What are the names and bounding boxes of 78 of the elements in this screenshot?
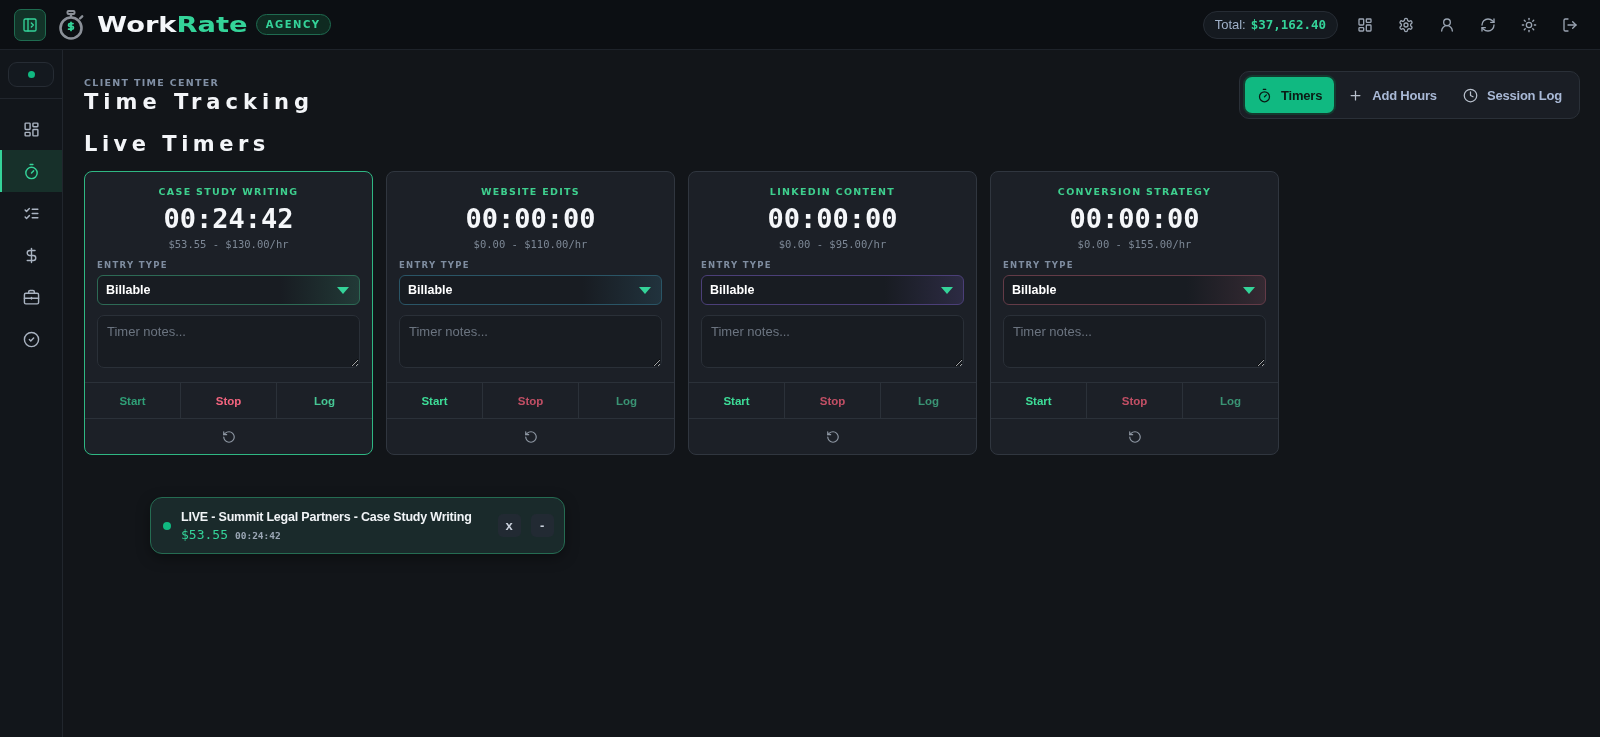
total-label: Total: [1214,17,1246,32]
live-timer-title: LIVE - Summit Legal Partners - Case Study Writing [181,509,472,525]
stop-button[interactable]: Stop [180,383,276,418]
notes-field[interactable]: Timer notes... [701,315,964,368]
rotate-left-icon[interactable] [1127,429,1142,444]
stop-button[interactable]: Stop [784,383,880,418]
logo-text: WorkRate [97,12,248,37]
section-title: Live Timers [84,131,271,157]
page-eyebrow: CLIENT TIME CENTER [84,77,221,89]
sidebar-toggle-button[interactable] [14,8,46,41]
clock-icon [1462,87,1478,103]
plus-icon [1348,87,1364,103]
stop-button[interactable]: Stop [482,383,578,418]
field-label: ENTRY TYPE [1003,259,1075,271]
grid-icon [22,120,40,138]
caret-icon [337,286,349,294]
sun-icon[interactable] [1521,16,1537,33]
log-button[interactable]: Log [276,383,372,418]
rotate-left-icon[interactable] [523,429,538,444]
rate-text: $53.55 - $130.00/hr [167,237,290,251]
live-amount: $53.55 [181,526,228,542]
status-dot-icon [163,521,171,530]
start-button[interactable]: Start [387,383,482,418]
settings-icon[interactable] [1398,16,1414,33]
plan-badge: AGENCY [255,14,331,35]
log-button[interactable]: Log [1182,383,1278,418]
caret-icon [941,286,953,294]
timer-display: 00:24:42 [162,203,295,235]
close-button[interactable]: x [497,514,521,537]
timer-title: LINKEDIN CONTENT [768,185,897,199]
start-button[interactable]: Start [689,383,784,418]
log-button[interactable]: Log [578,383,674,418]
rotate-left-icon[interactable] [825,429,840,444]
sidebar-nav-item[interactable] [0,150,62,192]
tab[interactable]: Add Hours [1336,77,1449,113]
page-title: Time Tracking [84,89,315,115]
start-button[interactable]: Start [85,383,180,418]
timer-icon [1257,87,1273,103]
timer-title: CONVERSION STRATEGY [1056,185,1213,199]
notes-field[interactable]: Timer notes... [399,315,662,368]
timer-display: 00:00:00 [1068,203,1201,235]
timer-title: CASE STUDY WRITING [157,185,300,199]
entry-type-select[interactable]: Billable [97,275,360,305]
timer-icon [22,162,40,180]
field-label: ENTRY TYPE [97,259,169,271]
tab[interactable]: Timers [1245,77,1335,113]
field-label: ENTRY TYPE [701,259,773,271]
logout-icon[interactable] [1562,16,1578,33]
timer-title: WEBSITE EDITS [480,185,581,199]
notes-field[interactable]: Timer notes... [97,315,360,368]
stopwatch-logo-icon [57,9,85,40]
total-amount: $37,162.40 [1250,17,1326,32]
caret-icon [639,286,651,294]
log-button[interactable]: Log [880,383,976,418]
briefcase-icon [22,288,40,306]
status-dot-icon [27,70,35,78]
entry-type-select[interactable]: Billable [399,275,662,305]
entry-type-select[interactable]: Billable [1003,275,1266,305]
rate-text: $0.00 - $95.00/hr [777,237,888,251]
rate-text: $0.00 - $110.00/hr [472,237,589,251]
stop-button[interactable]: Stop [1086,383,1182,418]
timer-display: 00:00:00 [766,203,899,235]
start-button[interactable]: Start [991,383,1086,418]
live-elapsed-time: 00:24:42 [234,529,281,541]
check-circle-icon [22,330,40,348]
rate-text: $0.00 - $155.00/hr [1076,237,1193,251]
minimize-button[interactable]: - [530,514,554,537]
field-label: ENTRY TYPE [399,259,471,271]
refresh-icon[interactable] [1480,16,1496,33]
panel-icon [22,16,38,33]
tab[interactable]: Session Log [1450,77,1574,113]
user-icon[interactable] [1439,16,1455,33]
notes-field[interactable]: Timer notes... [1003,315,1266,368]
timer-display: 00:00:00 [464,203,597,235]
grid-icon[interactable] [1357,16,1373,33]
entry-type-select[interactable]: Billable [701,275,964,305]
caret-icon [1243,286,1255,294]
rotate-left-icon[interactable] [221,429,236,444]
